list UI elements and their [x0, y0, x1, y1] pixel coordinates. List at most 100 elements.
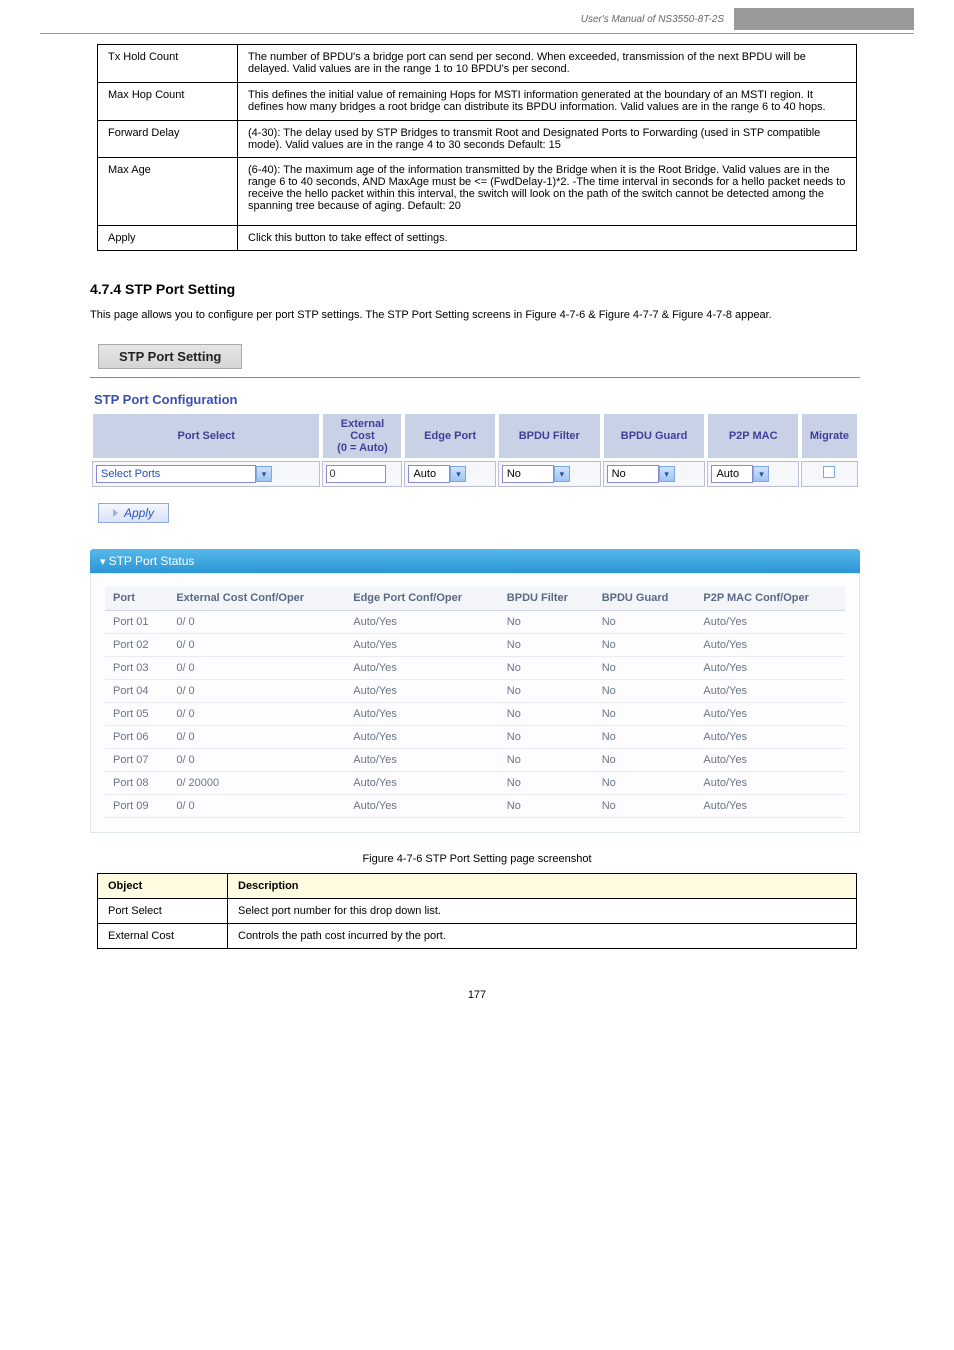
status-cell: No [594, 771, 696, 794]
chevron-down-icon: ▾ [659, 466, 675, 482]
manual-title: User's Manual of NS3550-8T-2S [581, 14, 724, 25]
status-cell: Port 03 [105, 656, 168, 679]
bpdu-filter-cell: No ▾ [498, 461, 601, 487]
chevron-down-icon: ▾ [554, 466, 570, 482]
status-cell: 0/ 0 [168, 794, 345, 817]
status-table: Port External Cost Conf/Oper Edge Port C… [105, 586, 845, 818]
migrate-checkbox[interactable] [823, 466, 835, 478]
status-cell: No [499, 633, 594, 656]
status-cell: Auto/Yes [695, 679, 845, 702]
status-cell: Auto/Yes [345, 633, 499, 656]
status-col-port: Port [105, 586, 168, 611]
edge-port-value: Auto [408, 465, 450, 483]
status-panel-title: STP Port Status [109, 554, 195, 568]
status-cell: Port 05 [105, 702, 168, 725]
status-cell: 0/ 0 [168, 679, 345, 702]
table-row: Port 040/ 0Auto/YesNoNoAuto/Yes [105, 679, 845, 702]
chevron-down-icon: ▾ [753, 466, 769, 482]
param-cell: Tx Hold Count [98, 45, 238, 83]
param-cell: Apply [98, 226, 238, 251]
status-cell: No [594, 748, 696, 771]
status-cell: Port 08 [105, 771, 168, 794]
status-cell: Port 01 [105, 610, 168, 633]
status-cell: No [499, 702, 594, 725]
figure-caption: Figure 4-7-6 STP Port Setting page scree… [0, 853, 954, 865]
col-p2p-mac: P2P MAC [707, 413, 798, 459]
status-cell: No [499, 748, 594, 771]
port-select-cell: Select Ports ▾ [92, 461, 320, 487]
status-col-bpduguard: BPDU Guard [594, 586, 696, 611]
status-col-bpdufilter: BPDU Filter [499, 586, 594, 611]
external-cost-cell [322, 461, 402, 487]
status-cell: Port 06 [105, 725, 168, 748]
external-cost-input[interactable] [326, 465, 386, 483]
status-cell: No [499, 725, 594, 748]
status-panel-header[interactable]: STP Port Status [90, 549, 860, 573]
chevron-down-icon: ▾ [450, 466, 466, 482]
table-row: Port 010/ 0Auto/YesNoNoAuto/Yes [105, 610, 845, 633]
status-cell: Port 09 [105, 794, 168, 817]
status-cell: No [594, 656, 696, 679]
status-cell: Port 04 [105, 679, 168, 702]
header-grey-block [734, 8, 914, 30]
chevron-down-icon: ▾ [256, 466, 272, 482]
status-cell: 0/ 0 [168, 725, 345, 748]
status-col-p2p: P2P MAC Conf/Oper [695, 586, 845, 611]
status-cell: Auto/Yes [695, 748, 845, 771]
status-cell: 0/ 0 [168, 610, 345, 633]
status-cell: Auto/Yes [345, 656, 499, 679]
status-cell: Auto/Yes [695, 702, 845, 725]
object-description-table: Object Description Port Select Select po… [97, 873, 857, 949]
table-row: Port 050/ 0Auto/YesNoNoAuto/Yes [105, 702, 845, 725]
desc-desc-cell: Select port number for this drop down li… [228, 898, 857, 923]
status-cell: 0/ 0 [168, 702, 345, 725]
param-desc: The number of BPDU's a bridge port can s… [238, 45, 857, 83]
header-divider [40, 33, 914, 34]
desc-header-description: Description [228, 873, 857, 898]
section-description: This page allows you to configure per po… [90, 307, 864, 324]
status-cell: Port 02 [105, 633, 168, 656]
port-select-value: Select Ports [96, 465, 256, 483]
col-bpdu-filter: BPDU Filter [498, 413, 601, 459]
col-bpdu-guard: BPDU Guard [603, 413, 706, 459]
status-col-edge: Edge Port Conf/Oper [345, 586, 499, 611]
bpdu-guard-cell: No ▾ [603, 461, 706, 487]
migrate-cell [801, 461, 858, 487]
p2p-mac-dropdown[interactable]: Auto ▾ [711, 465, 769, 483]
edge-port-dropdown[interactable]: Auto ▾ [408, 465, 466, 483]
status-cell: Auto/Yes [345, 725, 499, 748]
status-cell: Auto/Yes [345, 679, 499, 702]
col-external-cost: External Cost (0 = Auto) [322, 413, 402, 459]
bpdu-filter-value: No [502, 465, 554, 483]
bpdu-filter-dropdown[interactable]: No ▾ [502, 465, 570, 483]
table-row: Port 020/ 0Auto/YesNoNoAuto/Yes [105, 633, 845, 656]
status-cell: No [594, 610, 696, 633]
stp-config-table: Port Select External Cost (0 = Auto) Edg… [90, 411, 860, 489]
section-heading: 4.7.4 STP Port Setting [90, 281, 954, 297]
status-cell: Auto/Yes [695, 794, 845, 817]
port-select-dropdown[interactable]: Select Ports ▾ [96, 465, 272, 483]
desc-object-cell: Port Select [98, 898, 228, 923]
param-desc: This defines the initial value of remain… [238, 83, 857, 121]
status-cell: No [499, 610, 594, 633]
apply-button[interactable]: Apply [98, 503, 169, 523]
status-panel-body: Port External Cost Conf/Oper Edge Port C… [90, 573, 860, 833]
status-cell: No [594, 702, 696, 725]
page-header: User's Manual of NS3550-8T-2S [0, 0, 954, 33]
table-row: Port 080/ 20000Auto/YesNoNoAuto/Yes [105, 771, 845, 794]
desc-desc-cell: Controls the path cost incurred by the p… [228, 923, 857, 948]
status-cell: Auto/Yes [695, 771, 845, 794]
status-cell: Auto/Yes [345, 771, 499, 794]
ui-screenshot-container: STP Port Setting STP Port Configuration … [90, 344, 860, 833]
bpdu-guard-dropdown[interactable]: No ▾ [607, 465, 675, 483]
col-edge-port: Edge Port [404, 413, 495, 459]
col-migrate: Migrate [801, 413, 858, 459]
status-cell: No [499, 656, 594, 679]
param-desc: (4-30): The delay used by STP Bridges to… [238, 121, 857, 158]
status-cell: No [594, 679, 696, 702]
status-cell: 0/ 20000 [168, 771, 345, 794]
status-cell: No [499, 771, 594, 794]
status-cell: Auto/Yes [345, 610, 499, 633]
param-cell: Max Age [98, 158, 238, 226]
config-section-title: STP Port Configuration [94, 392, 860, 407]
